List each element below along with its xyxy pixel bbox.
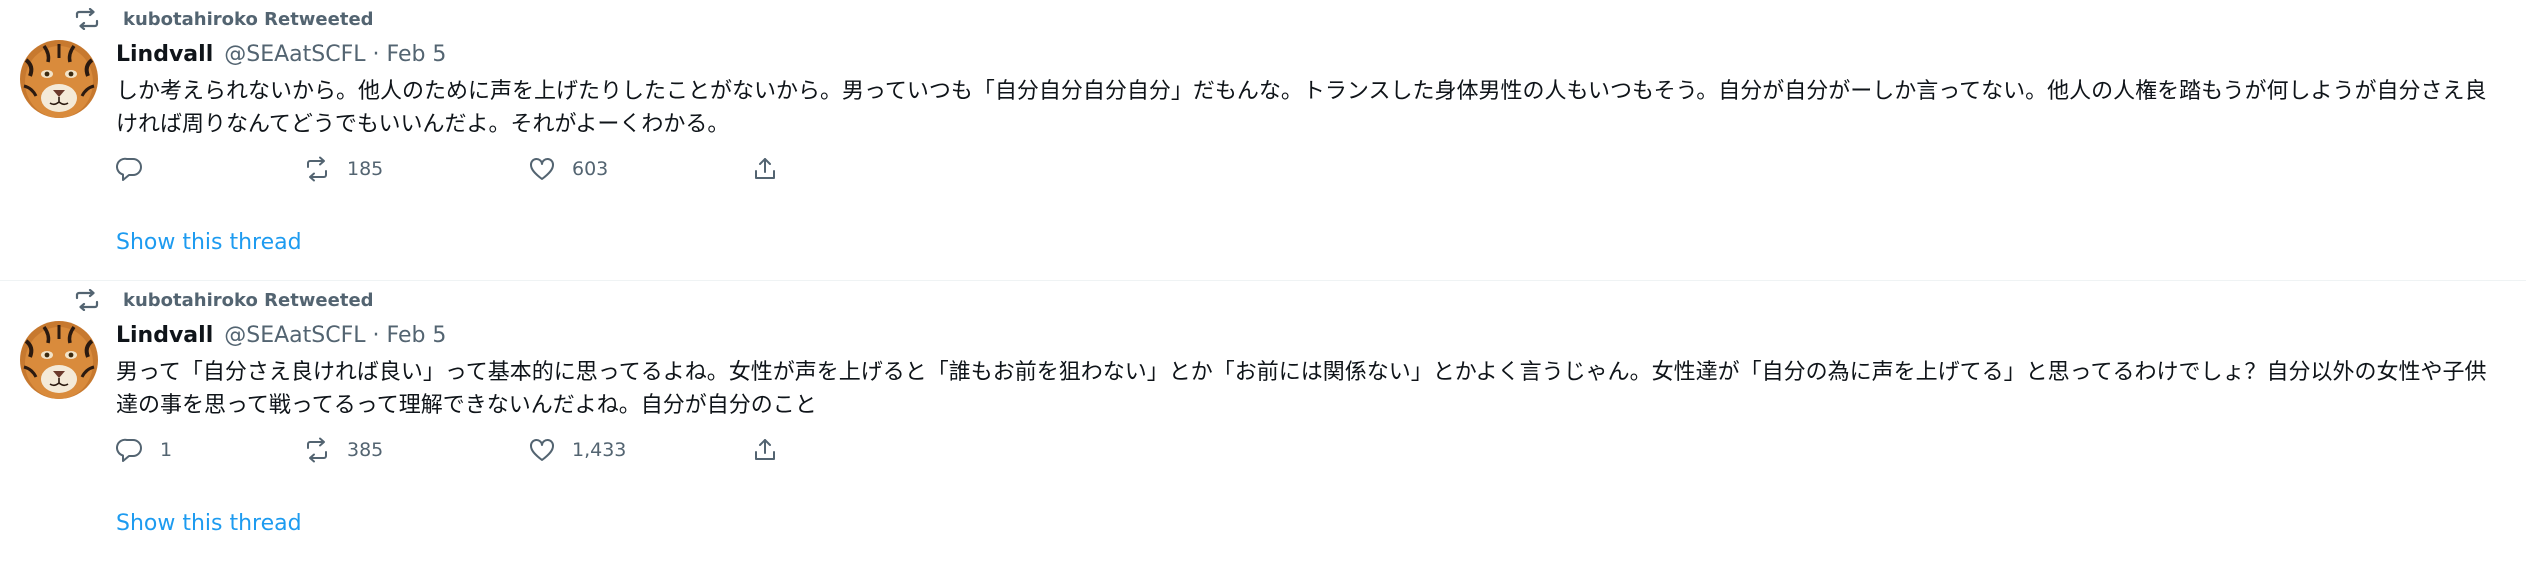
share-icon: [751, 155, 779, 183]
retweet-context: kubotahiroko Retweeted: [73, 8, 374, 30]
share-icon: [751, 436, 779, 464]
tweet-text: 男って「自分さえ良ければ良い」って基本的に思ってるよね。女性が声を上げると「誰も…: [116, 360, 2487, 418]
reply-icon: [116, 155, 144, 183]
tweet-header: Lindvall @SEAatSCFL · Feb 5: [116, 321, 446, 351]
retweeted-by-label[interactable]: kubotahiroko Retweeted: [123, 290, 374, 311]
reply-button[interactable]: [116, 155, 160, 183]
tweet-header: Lindvall @SEAatSCFL · Feb 5: [116, 40, 446, 70]
retweet-icon: [303, 436, 331, 464]
share-button[interactable]: [751, 155, 779, 183]
retweet-icon: [73, 289, 101, 311]
retweet-icon: [73, 8, 101, 30]
share-button[interactable]: [751, 436, 779, 464]
retweeted-by-label[interactable]: kubotahiroko Retweeted: [123, 9, 374, 30]
tweet[interactable]: kubotahiroko Retweeted Lindvall @SEAatSC…: [0, 280, 2526, 561]
author-handle-and-date[interactable]: @SEAatSCFL · Feb 5: [224, 42, 446, 67]
reply-button[interactable]: 1: [116, 436, 172, 464]
timeline: kubotahiroko Retweeted Lindvall @SEAatSC…: [0, 0, 2526, 561]
like-count: 1,433: [572, 439, 627, 461]
author-name[interactable]: Lindvall: [116, 323, 213, 348]
author-name[interactable]: Lindvall: [116, 42, 213, 67]
retweet-count: 385: [347, 439, 384, 461]
like-button[interactable]: 603: [528, 155, 608, 183]
retweet-button[interactable]: 185: [303, 155, 383, 183]
retweet-context: kubotahiroko Retweeted: [73, 289, 374, 311]
reply-icon: [116, 436, 144, 464]
tiger-avatar: [20, 321, 98, 399]
heart-icon: [528, 436, 556, 464]
like-button[interactable]: 1,433: [528, 436, 626, 464]
heart-icon: [528, 155, 556, 183]
tiger-avatar: [20, 40, 98, 118]
like-count: 603: [572, 158, 609, 180]
reply-count: 1: [160, 439, 173, 461]
tweet[interactable]: kubotahiroko Retweeted Lindvall @SEAatSC…: [0, 0, 2526, 280]
avatar[interactable]: [20, 321, 98, 399]
retweet-count: 185: [347, 158, 384, 180]
show-thread-link[interactable]: Show this thread: [116, 230, 302, 255]
author-handle-and-date[interactable]: @SEAatSCFL · Feb 5: [224, 323, 446, 348]
tweet-actions: 1 385 1,433: [116, 436, 876, 470]
retweet-button[interactable]: 385: [303, 436, 383, 464]
tweet-actions: 185 603: [116, 155, 876, 189]
avatar[interactable]: [20, 40, 98, 118]
retweet-icon: [303, 155, 331, 183]
tweet-text: しか考えられないから。他人のために声を上げたりしたことがないから。男っていつも「…: [116, 79, 2487, 137]
show-thread-link[interactable]: Show this thread: [116, 511, 302, 536]
